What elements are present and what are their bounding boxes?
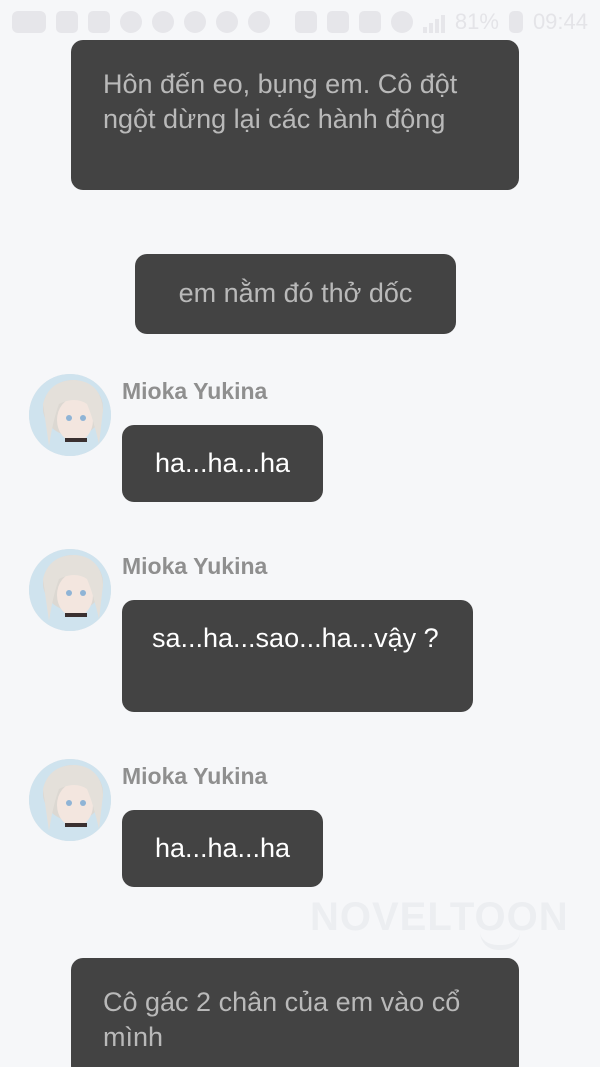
shield-icon — [152, 11, 174, 33]
battery-percent: 81% — [454, 9, 499, 34]
character-text: ha...ha...ha — [154, 448, 291, 478]
character-bubble: ha...ha...ha — [122, 425, 323, 502]
character-name: Mioka Yukina — [122, 378, 268, 404]
character-portrait-icon — [29, 374, 111, 456]
battery-icon — [508, 11, 523, 33]
nfc-icon — [358, 11, 381, 33]
wifi-icon — [390, 11, 413, 33]
clock: 09:44 — [532, 9, 588, 34]
noveltoon-watermark: NOVELTOON — [310, 895, 569, 939]
narration-text: em nằm đó thở dốc — [178, 278, 413, 308]
character-name: Mioka Yukina — [122, 553, 268, 579]
face-icon — [216, 11, 238, 33]
pinterest-icon — [120, 11, 142, 33]
character-portrait-icon — [29, 549, 111, 631]
character-bubble: sa...ha...sao...ha...vậy ? — [122, 600, 473, 712]
narration-bubble: Hôn đến eo, bụng em. Cô đột ngột dừng lạ… — [71, 40, 519, 190]
ghost-icon — [248, 11, 270, 33]
gallery-icon — [56, 11, 78, 33]
character-bubble: ha...ha...ha — [122, 810, 323, 887]
status-left — [12, 11, 270, 33]
avatar[interactable] — [29, 374, 111, 456]
narration-text: Hôn đến eo, bụng em. Cô đột ngột dừng lạ… — [103, 69, 458, 134]
status-right: 81% 09:44 — [294, 9, 588, 35]
character-portrait-icon — [29, 759, 111, 841]
chat-icon — [88, 11, 110, 33]
watermark-smile-icon — [480, 932, 520, 950]
narration-bubble: em nằm đó thở dốc — [135, 254, 456, 334]
character-text: sa...ha...sao...ha...vậy ? — [152, 623, 439, 653]
signal-icon — [422, 11, 445, 33]
game-icon — [184, 11, 206, 33]
avatar[interactable] — [29, 759, 111, 841]
alarm-icon — [294, 11, 317, 33]
narration-bubble: Cô gác 2 chân của em vào cổ mình — [71, 958, 519, 1067]
messenger-icon — [12, 11, 46, 33]
character-text: ha...ha...ha — [154, 833, 291, 863]
mute-icon — [326, 11, 349, 33]
character-name: Mioka Yukina — [122, 763, 268, 789]
narration-text: Cô gác 2 chân của em vào cổ mình — [103, 987, 461, 1052]
status-bar: 81% 09:44 — [0, 0, 600, 44]
avatar[interactable] — [29, 549, 111, 631]
